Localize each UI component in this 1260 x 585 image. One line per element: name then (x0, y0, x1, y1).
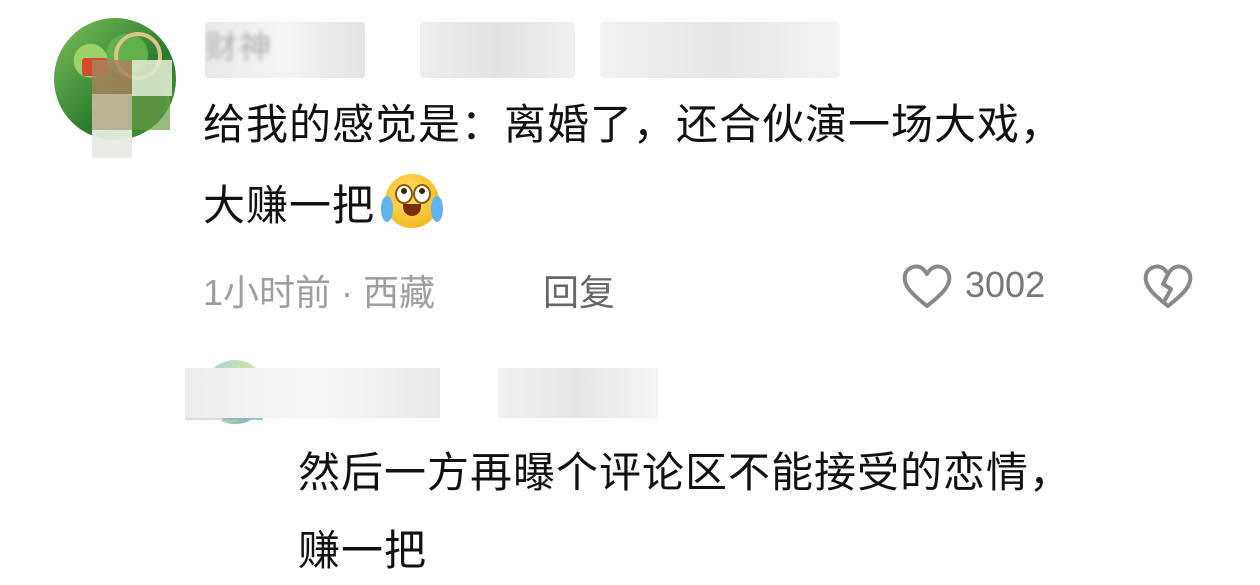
username-blur-2 (420, 22, 575, 78)
reply-button[interactable]: 回复 (543, 264, 615, 316)
crying-laughing-emoji-icon (381, 172, 444, 230)
reply-text-line-2: 赚一把 (298, 526, 428, 575)
heart-outline-icon[interactable] (901, 262, 953, 310)
reply-username-blur-1 (185, 368, 440, 418)
comment-text-line-2-content: 大赚一把 (203, 181, 376, 230)
comment-text-line-2: 大赚一把 (203, 172, 444, 239)
like-count: 3002 (965, 264, 1046, 305)
reply-text-line-1: 然后一方再曝个评论区不能接受的恋情， (298, 448, 1073, 497)
reply-username-blur-2 (498, 368, 658, 418)
username-blur-3 (600, 22, 840, 78)
broken-heart-icon[interactable] (1142, 262, 1194, 310)
comment-text-line-1: 给我的感觉是：离婚了，还合伙演一场大戏， (203, 100, 1064, 149)
avatar-pixelation (92, 40, 172, 160)
commenter-username[interactable]: 财神 (205, 22, 273, 68)
comment-time-location: 1小时前 · 西藏 (203, 272, 436, 313)
